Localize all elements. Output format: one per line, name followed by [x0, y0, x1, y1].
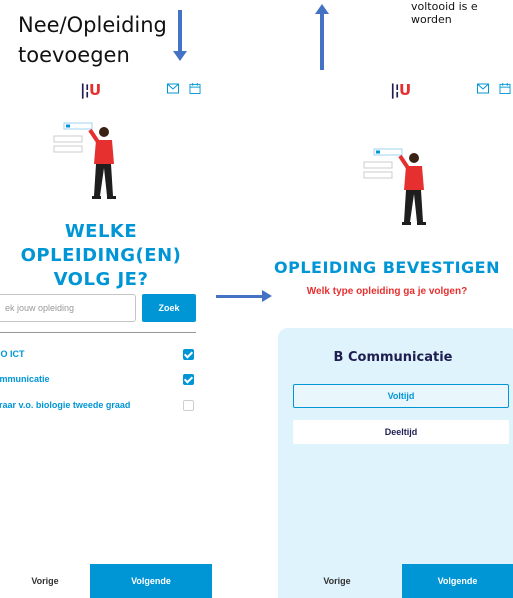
person-illustration [53, 122, 116, 199]
screen-choose-education: |¦U WELKE OPLEIDING(EN) VOLG JE? ek jouw… [0, 78, 212, 598]
previous-button[interactable]: Vorige [272, 564, 402, 598]
caption-line-1: Nee/Opleiding [18, 13, 167, 37]
logo: |¦U [80, 81, 101, 99]
person-illustration [363, 148, 426, 225]
arrow-right-icon [216, 290, 272, 302]
footer-nav: Vorige Volgende [272, 564, 513, 598]
checkbox-unchecked[interactable] [183, 400, 194, 411]
education-option[interactable]: BO ICT [0, 349, 196, 363]
calendar-icon[interactable] [189, 83, 201, 94]
flow-diagram: Nee/Opleiding toevoegen voltooid is e wo… [0, 0, 513, 598]
app-header: |¦U [272, 78, 513, 112]
header-icons [477, 83, 511, 94]
screen-confirm-education: |¦U OPLEIDING BEVESTIGEN Welk type oplei… [272, 78, 513, 598]
note-line-1: voltooid is e [411, 0, 478, 13]
footer-nav: Vorige Volgende [0, 564, 212, 598]
confirm-panel: B Communicatie Voltijd Deeltijd [278, 328, 513, 598]
next-button[interactable]: Volgende [90, 564, 212, 598]
checkbox-checked[interactable] [183, 374, 194, 385]
panel-title: B Communicatie [333, 350, 453, 365]
mail-icon[interactable] [477, 83, 489, 94]
option-fulltime[interactable]: Voltijd [293, 384, 509, 408]
page-subtitle: Welk type opleiding ga je volgen? [306, 286, 468, 297]
education-option[interactable]: ommunicatie [0, 374, 196, 388]
search-input[interactable]: ek jouw opleiding [0, 294, 136, 322]
arrow-up-icon [315, 4, 329, 70]
flow-note: voltooid is e worden [411, 0, 478, 26]
checkbox-checked[interactable] [183, 349, 194, 360]
next-button[interactable]: Volgende [402, 564, 513, 598]
logo: |¦U [390, 81, 411, 99]
divider [0, 332, 196, 333]
mail-icon[interactable] [167, 83, 179, 94]
calendar-icon[interactable] [499, 83, 511, 94]
education-option[interactable]: eraar v.o. biologie tweede graad [0, 400, 196, 414]
app-header: |¦U [0, 78, 212, 112]
flow-caption: Nee/Opleiding toevoegen [18, 10, 167, 70]
previous-button[interactable]: Vorige [0, 564, 90, 598]
header-icons [167, 83, 201, 94]
note-line-2: worden [411, 13, 452, 26]
page-title: OPLEIDING BEVESTIGEN [273, 258, 500, 277]
caption-line-2: toevoegen [18, 43, 130, 67]
page-title: WELKE OPLEIDING(EN) VOLG JE? [20, 221, 182, 290]
arrow-down-icon [173, 10, 187, 61]
search-button[interactable]: Zoek [142, 294, 196, 322]
option-parttime[interactable]: Deeltijd [293, 420, 509, 444]
